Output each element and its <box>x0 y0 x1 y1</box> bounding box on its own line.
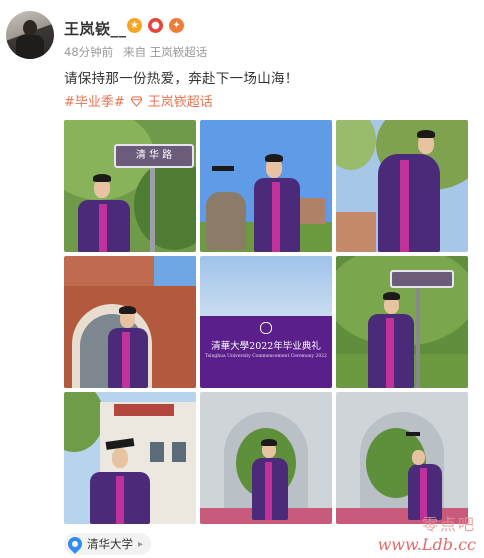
red-badge-icon[interactable]: ● <box>148 18 163 33</box>
photo-1[interactable]: 清 华 路 <box>64 120 196 252</box>
avatar[interactable] <box>6 11 54 59</box>
photo-7[interactable] <box>64 392 196 524</box>
post-time[interactable]: 48分钟前 <box>64 44 113 60</box>
supertopic-link[interactable]: 王岚嵚超话 <box>148 91 213 110</box>
banner-title: 清華大學2022年毕业典礼 <box>211 341 321 352</box>
photo-9[interactable] <box>336 392 468 524</box>
location-pin-icon <box>65 534 85 554</box>
hashtag-graduation[interactable]: #毕业季# <box>64 91 125 110</box>
gold-medal-badge-icon[interactable]: ★ <box>127 18 142 33</box>
photo-grid: 清 华 路 清華大學2022年毕业典礼 Tsinghua University … <box>64 120 468 524</box>
banner-subtitle: Tsinghua University Commencement Ceremon… <box>205 354 327 359</box>
photo-5[interactable]: 清華大學2022年毕业典礼 Tsinghua University Commen… <box>200 256 332 388</box>
post-content: 请保持那一份热爱，奔赴下一场山海！ <box>64 71 299 87</box>
orange-badge-icon[interactable]: ✦ <box>169 18 184 33</box>
avatar-head <box>23 20 37 36</box>
chevron-right-icon: ▸ <box>138 538 144 550</box>
street-sign-small <box>390 270 454 288</box>
avatar-body <box>16 35 44 59</box>
post-source[interactable]: 来自 王岚嵚超话 <box>123 44 207 60</box>
photo-2[interactable] <box>200 120 332 252</box>
watermark-text: 零点吧 <box>421 515 476 534</box>
weibo-post: 王岚嵚__ ★ ● ✦ 48分钟前 来自 王岚嵚超话 请保持那一份热爱，奔赴下一… <box>0 0 484 558</box>
watermark-url: www.Ldb.cc <box>377 535 476 554</box>
author-name[interactable]: 王岚嵚__ <box>64 18 127 39</box>
photo-8[interactable] <box>200 392 332 524</box>
photo-6[interactable] <box>336 256 468 388</box>
street-sign: 清 华 路 <box>114 144 194 168</box>
photo-3[interactable] <box>336 120 468 252</box>
location-label: 清华大学 <box>87 537 133 551</box>
author-badges: ★ ● ✦ <box>127 18 184 33</box>
photo-4[interactable] <box>64 256 196 388</box>
location-chip[interactable]: 清华大学 ▸ <box>64 533 152 555</box>
post-meta: 48分钟前 来自 王岚嵚超话 <box>64 44 207 60</box>
watermark: 零点吧 www.Ldb.cc <box>378 511 476 554</box>
university-emblem-icon <box>260 322 272 334</box>
post-tags: #毕业季# 王岚嵚超话 <box>64 91 213 110</box>
supertopic-diamond-icon <box>130 96 142 107</box>
